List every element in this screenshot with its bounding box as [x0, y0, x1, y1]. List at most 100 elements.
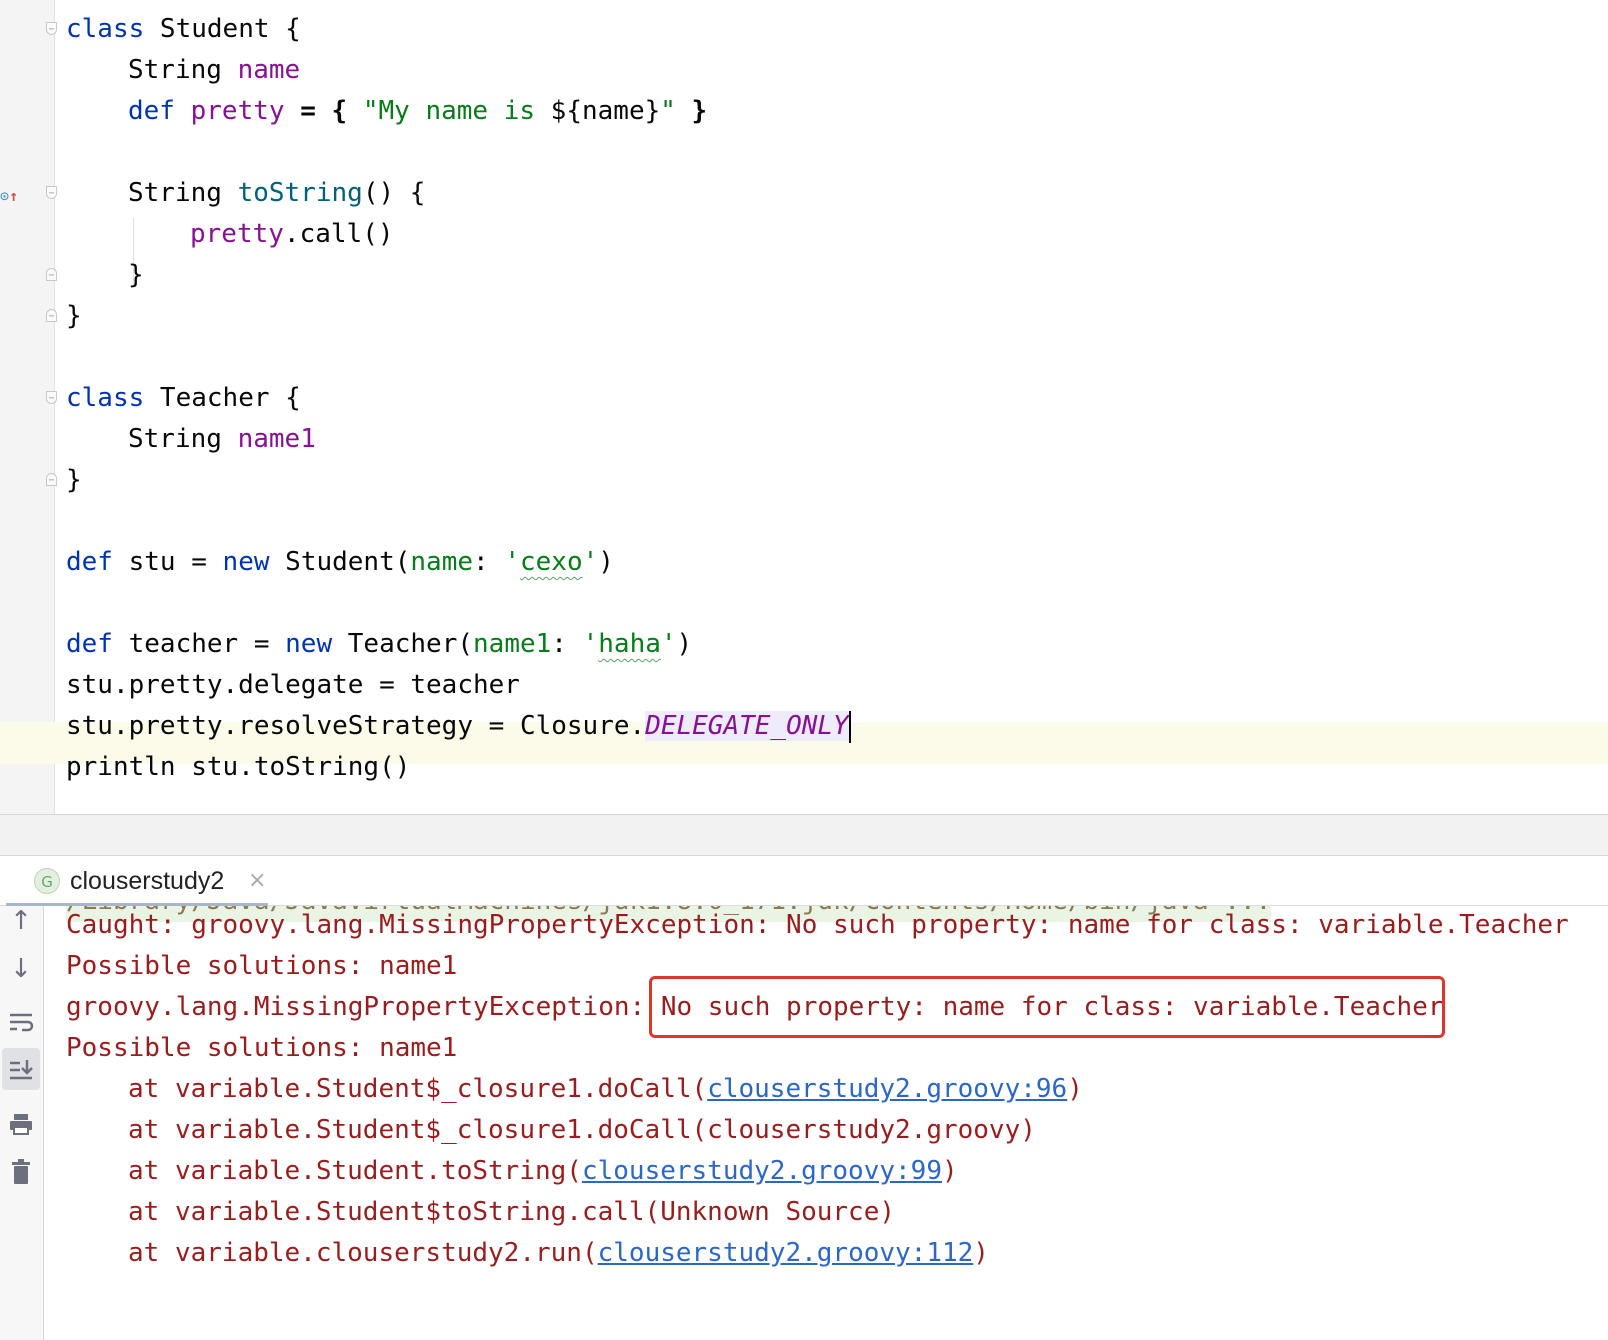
code-text: () { [362, 178, 426, 208]
code-line[interactable]: class Teacher { [66, 377, 301, 419]
field-name: pretty [190, 96, 285, 126]
code-text: } [66, 465, 82, 495]
console-output[interactable]: /Library/Java/JavaVirtualMachines/jdk1.8… [44, 906, 1608, 1340]
string-interpolation: ${name} [550, 96, 661, 126]
stack-frame-text: ) [941, 1156, 958, 1186]
string-literal: cexo [520, 547, 583, 577]
scroll-up-icon[interactable]: ↑ [2, 900, 40, 942]
code-line[interactable]: def pretty = { "My name is ${name}" } [128, 90, 707, 132]
code-line[interactable]: String toString() { [128, 172, 425, 214]
code-line[interactable]: println stu.toString() [66, 746, 410, 788]
stack-trace-line: at variable.Student.toString(clouserstud… [128, 1150, 958, 1192]
keyword: new [285, 629, 333, 659]
code-text: } [675, 96, 708, 126]
fold-icon[interactable]: − [46, 391, 57, 404]
stack-frame-text: at variable.Student$_closure1.doCall( [128, 1074, 708, 1104]
code-line[interactable]: def stu = new Student(name: 'cexo') [66, 541, 614, 583]
code-line[interactable]: class Student { [66, 8, 301, 50]
keyword: def [66, 547, 113, 577]
string-literal: haha [598, 629, 661, 659]
console-line: Possible solutions: name1 [66, 951, 458, 981]
fold-icon[interactable]: − [46, 186, 57, 199]
field-name: name1 [237, 424, 316, 454]
code-text: println stu.toString() [66, 752, 411, 782]
stack-trace-line: at variable.Student$_closure1.doCall(clo… [128, 1109, 1036, 1151]
string-literal: ' [660, 629, 677, 659]
code-line[interactable]: } [128, 254, 144, 296]
console-toolbar: ↑ ↓ [0, 906, 44, 1340]
named-argument: name1 [473, 629, 552, 659]
code-line[interactable]: def teacher = new Teacher(name1: 'haha') [66, 623, 692, 665]
keyword: def [66, 629, 113, 659]
stack-trace-line: at variable.clouserstudy2.run(clouserstu… [128, 1232, 989, 1274]
code-text: Teacher( [332, 629, 474, 659]
code-line[interactable]: } [66, 459, 82, 501]
fold-icon[interactable]: − [46, 473, 57, 486]
console-line: Possible solutions: name1 [66, 1033, 458, 1063]
code-text: : [473, 547, 505, 577]
code-text: String [128, 55, 238, 85]
fold-icon[interactable]: − [46, 268, 57, 281]
code-line[interactable]: stu.pretty.resolveStrategy = Closure.DEL… [66, 705, 851, 747]
close-icon[interactable]: × [248, 856, 266, 906]
code-text: String [128, 178, 238, 208]
code-text: } [128, 260, 144, 290]
code-line[interactable]: } [66, 295, 82, 337]
code-text: Teacher { [144, 383, 301, 413]
source-link[interactable]: clouserstudy2.groovy:112 [598, 1238, 974, 1268]
code-editor[interactable]: − − − − − − ⊙↑ class Student { String na… [0, 0, 1608, 814]
field-name: name [237, 55, 301, 85]
stack-frame-text: at variable.Student$toString.call(Unknow… [128, 1197, 896, 1227]
stack-trace-line: at variable.Student$_closure1.doCall(clo… [128, 1068, 1083, 1110]
text-caret [848, 710, 851, 743]
stack-frame-text: at variable.clouserstudy2.run( [128, 1238, 598, 1268]
source-link[interactable]: clouserstudy2.groovy:99 [582, 1156, 942, 1186]
field-name: pretty [190, 219, 284, 249]
code-text: String [128, 424, 238, 454]
scroll-down-icon[interactable]: ↓ [2, 948, 40, 990]
clear-all-icon[interactable] [2, 1150, 40, 1192]
stack-frame-text: ) [1067, 1074, 1083, 1104]
code-text: Student( [269, 547, 411, 577]
static-constant: DELEGATE_ONLY [645, 711, 849, 741]
code-text: stu.pretty.resolveStrategy = Closure. [66, 711, 646, 741]
source-link[interactable]: clouserstudy2.groovy:96 [707, 1074, 1067, 1104]
keyword: class [66, 14, 145, 44]
console-line: Caught: groovy.lang.MissingPropertyExcep… [66, 910, 1569, 940]
print-icon[interactable] [2, 1102, 40, 1144]
code-text: = { [284, 96, 363, 126]
method-name: toString [237, 178, 363, 208]
string-literal: ' [582, 547, 599, 577]
keyword: def [128, 96, 191, 126]
keyword: new [222, 547, 270, 577]
groovy-file-icon: G [34, 868, 60, 894]
tool-window-splitter[interactable] [0, 814, 1608, 856]
keyword: class [66, 383, 145, 413]
run-tab[interactable]: G clouserstudy2 × [6, 856, 268, 906]
string-literal: "My name is [362, 96, 551, 126]
code-line[interactable]: String name1 [128, 418, 316, 460]
code-line[interactable]: stu.pretty.delegate = teacher [66, 664, 520, 706]
stack-frame-text: at variable.Student$_closure1.doCall(clo… [128, 1115, 1036, 1145]
code-text: ) [676, 629, 693, 659]
soft-wrap-icon[interactable] [2, 1000, 40, 1042]
string-literal: ' [582, 629, 599, 659]
editor-gutter[interactable]: − − − − − − ⊙↑ [0, 0, 57, 814]
code-text: ) [598, 547, 614, 577]
code-line[interactable]: pretty.call() [190, 213, 394, 255]
stack-frame-text: at variable.Student.toString( [128, 1156, 582, 1186]
fold-icon[interactable]: − [46, 309, 57, 322]
scroll-to-end-icon[interactable] [2, 1048, 40, 1090]
stack-trace-line: at variable.Student$toString.call(Unknow… [128, 1191, 895, 1233]
code-text: } [66, 301, 82, 331]
named-argument: name [410, 547, 474, 577]
code-line[interactable]: String name [128, 49, 300, 91]
code-text: stu = [112, 547, 223, 577]
annotation-highlight-box [649, 976, 1445, 1038]
code-text: .call() [283, 219, 394, 249]
code-text: stu.pretty.delegate = teacher [66, 670, 520, 700]
code-text: teacher = [112, 629, 286, 659]
override-method-icon[interactable]: ⊙↑ [0, 185, 22, 207]
stack-frame-text: ) [973, 1238, 989, 1268]
fold-icon[interactable]: − [46, 22, 57, 35]
